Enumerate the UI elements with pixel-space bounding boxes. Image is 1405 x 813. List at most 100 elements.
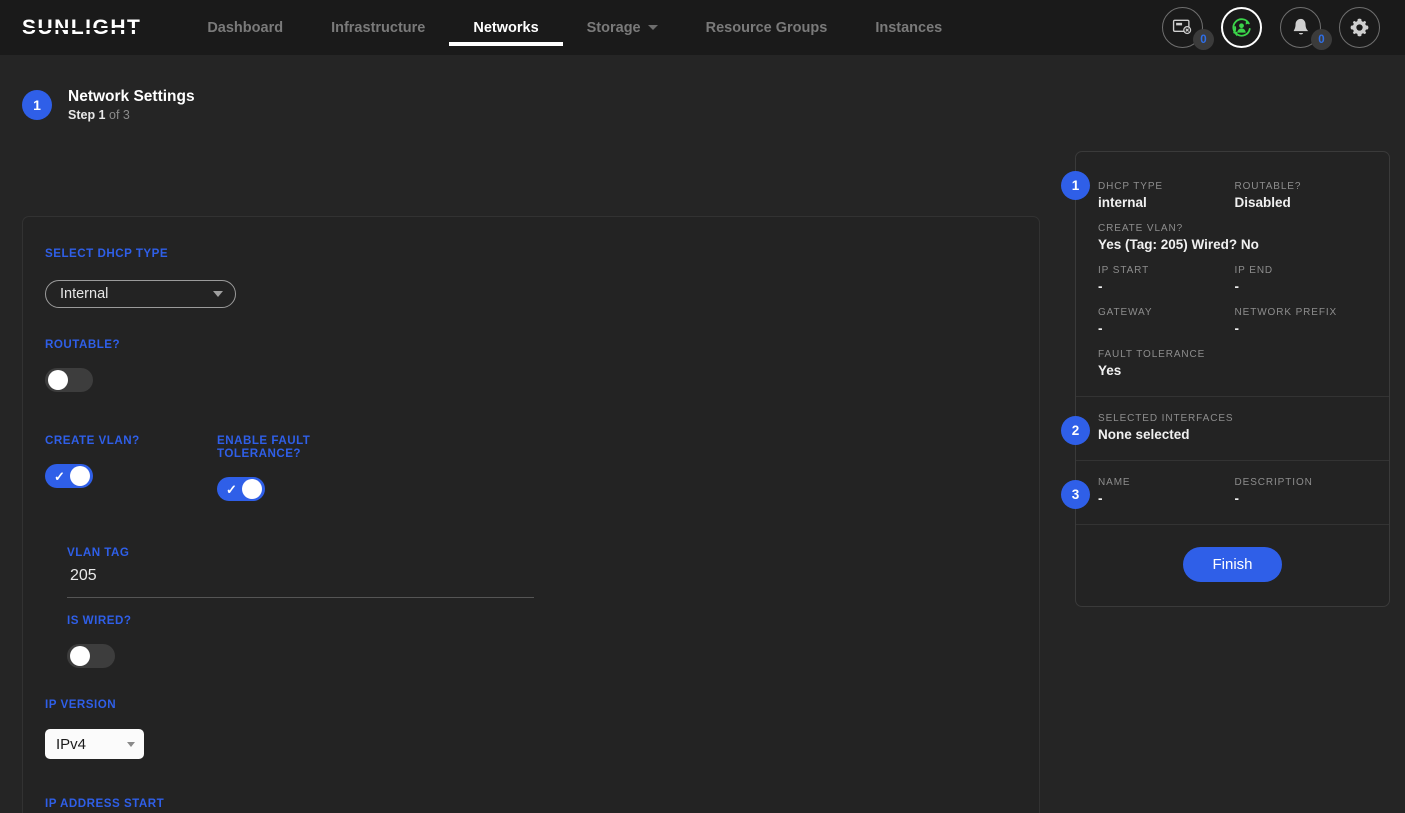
step-progress-total: of 3 [109,108,130,123]
user-sync-icon [1232,17,1251,37]
check-icon: ✓ [54,468,65,484]
ip-version-select[interactable]: IPv4 [45,729,144,759]
summary-name: NAME - [1098,477,1235,506]
page-body: 1 Network Settings Step 1 of 3 SELECT DH… [0,55,1405,813]
chevron-down-icon [213,291,223,297]
summary-value: - [1234,321,1240,336]
step-progress-current: Step 1 [68,108,106,123]
is-wired-group: IS WIRED? ✓ [67,614,1017,668]
is-wired-toggle[interactable]: ✓ [67,644,115,668]
ip-address-start-group: IP ADDRESS START 255.255.255.255 [45,797,1017,813]
dhcp-type-value: Internal [60,286,109,302]
notifications-badge: 0 [1311,29,1332,50]
step-progress-text: Step 1 of 3 [68,108,195,122]
finish-button[interactable]: Finish [1183,547,1282,582]
nav-label: Storage [586,19,641,36]
summary-key: DESCRIPTION [1234,477,1313,488]
routable-toggle[interactable]: ✓ [45,368,93,392]
toggle-knob [48,370,68,390]
summary-value: - [1098,279,1103,294]
bell-icon [1293,18,1308,35]
summary-gateway: GATEWAY - [1098,307,1235,336]
summary-step-1-badge: 1 [1061,171,1090,200]
vlan-tag-input[interactable]: 205 [67,559,534,598]
vlan-tag-label: VLAN TAG [67,546,130,559]
notifications-button[interactable]: 0 [1280,7,1332,50]
fault-tolerance-toggle[interactable]: ✓ [217,477,265,501]
create-vlan-group: CREATE VLAN? ✓ [45,434,217,501]
summary-dhcp-type: DHCP TYPE internal [1098,181,1235,210]
summary-step-1: 1 DHCP TYPE internal ROUTABLE? Disabled … [1061,152,1389,397]
page-title: Network Settings [68,88,195,105]
summary-value: - [1234,491,1240,506]
chevron-down-icon [647,25,658,30]
summary-value: internal [1098,195,1147,210]
summary-row: GATEWAY - NETWORK PREFIX - [1098,307,1371,336]
summary-key: NETWORK PREFIX [1234,307,1338,318]
toggle-row: CREATE VLAN? ✓ ENABLE FAULT TOLERANCE? ✓ [45,434,1017,501]
create-vlan-toggle[interactable]: ✓ [45,464,93,488]
summary-value: - [1098,321,1103,336]
summary-value: None selected [1098,427,1190,442]
summary-row: IP START - IP END - [1098,265,1371,294]
summary-key: GATEWAY [1098,307,1153,318]
nav-item-dashboard[interactable]: Dashboard [183,0,307,55]
network-settings-form: SELECT DHCP TYPE Internal ROUTABLE? ✓ CR… [22,216,1040,813]
nav-label: Dashboard [207,19,284,36]
vlan-tag-group: VLAN TAG 205 [67,546,1017,598]
summary-row: DHCP TYPE internal ROUTABLE? Disabled [1098,181,1371,210]
toggle-knob [242,479,262,499]
nav-label: Instances [875,19,943,36]
summary-key: CREATE VLAN? [1098,223,1184,234]
is-wired-label: IS WIRED? [67,614,132,627]
monitor-badge: 0 [1193,29,1214,50]
step-number-badge: 1 [22,89,52,120]
header-icon-group: 0 0 [1144,0,1380,55]
nav-item-resource-groups[interactable]: Resource Groups [682,0,852,55]
summary-value: Disabled [1234,195,1291,210]
summary-value: Yes [1098,363,1122,378]
routable-label: ROUTABLE? [45,338,121,351]
summary-panel: 1 DHCP TYPE internal ROUTABLE? Disabled … [1061,151,1390,607]
step-header: 1 Network Settings Step 1 of 3 [0,55,1405,122]
create-vlan-label: CREATE VLAN? [45,434,140,447]
ip-version-group: IP VERSION IPv4 [45,698,1017,759]
summary-ip-end: IP END - [1235,265,1372,294]
ip-version-value: IPv4 [56,735,87,753]
summary-step-3: 3 NAME - DESCRIPTION - [1061,461,1389,525]
monitor-button[interactable]: 0 [1162,7,1214,50]
summary-key: NAME [1098,477,1131,488]
summary-key: FAULT TOLERANCE [1098,349,1206,360]
fault-tolerance-label: ENABLE FAULT TOLERANCE? [217,434,311,460]
summary-key: DHCP TYPE [1098,181,1163,192]
summary-step-2-badge: 2 [1061,416,1090,445]
dhcp-type-select[interactable]: Internal [45,280,236,308]
toggle-knob [70,466,90,486]
summary-network-prefix: NETWORK PREFIX - [1235,307,1372,336]
nav-label: Resource Groups [705,19,828,36]
nav-label: Networks [473,19,539,36]
finish-button-container: Finish [1076,525,1389,606]
settings-button[interactable] [1339,7,1380,48]
ip-version-label: IP VERSION [45,698,117,711]
nav-item-storage[interactable]: Storage [563,0,682,55]
nav-item-networks[interactable]: Networks [449,0,563,55]
check-icon: ✓ [226,481,237,497]
ip-address-start-label: IP ADDRESS START [45,797,165,810]
summary-key: SELECTED INTERFACES [1098,413,1234,424]
summary-key: IP START [1098,265,1150,276]
toggle-knob [70,646,90,666]
chevron-down-icon [127,741,135,747]
nav-item-instances[interactable]: Instances [851,0,966,55]
app-header: SUNLIGHT Dashboard Infrastructure Networ… [0,0,1405,55]
summary-routable: ROUTABLE? Disabled [1235,181,1372,210]
summary-value: Yes (Tag: 205) Wired? No [1098,237,1259,252]
summary-fault-tolerance: FAULT TOLERANCE Yes [1098,349,1371,378]
summary-value: - [1234,279,1240,294]
nav-item-infrastructure[interactable]: Infrastructure [307,0,449,55]
user-sync-button[interactable] [1221,7,1262,48]
summary-create-vlan: CREATE VLAN? Yes (Tag: 205) Wired? No [1098,223,1371,252]
monitor-icon [1172,19,1192,35]
summary-description: DESCRIPTION - [1235,477,1372,506]
main-navigation: Dashboard Infrastructure Networks Storag… [183,0,966,55]
